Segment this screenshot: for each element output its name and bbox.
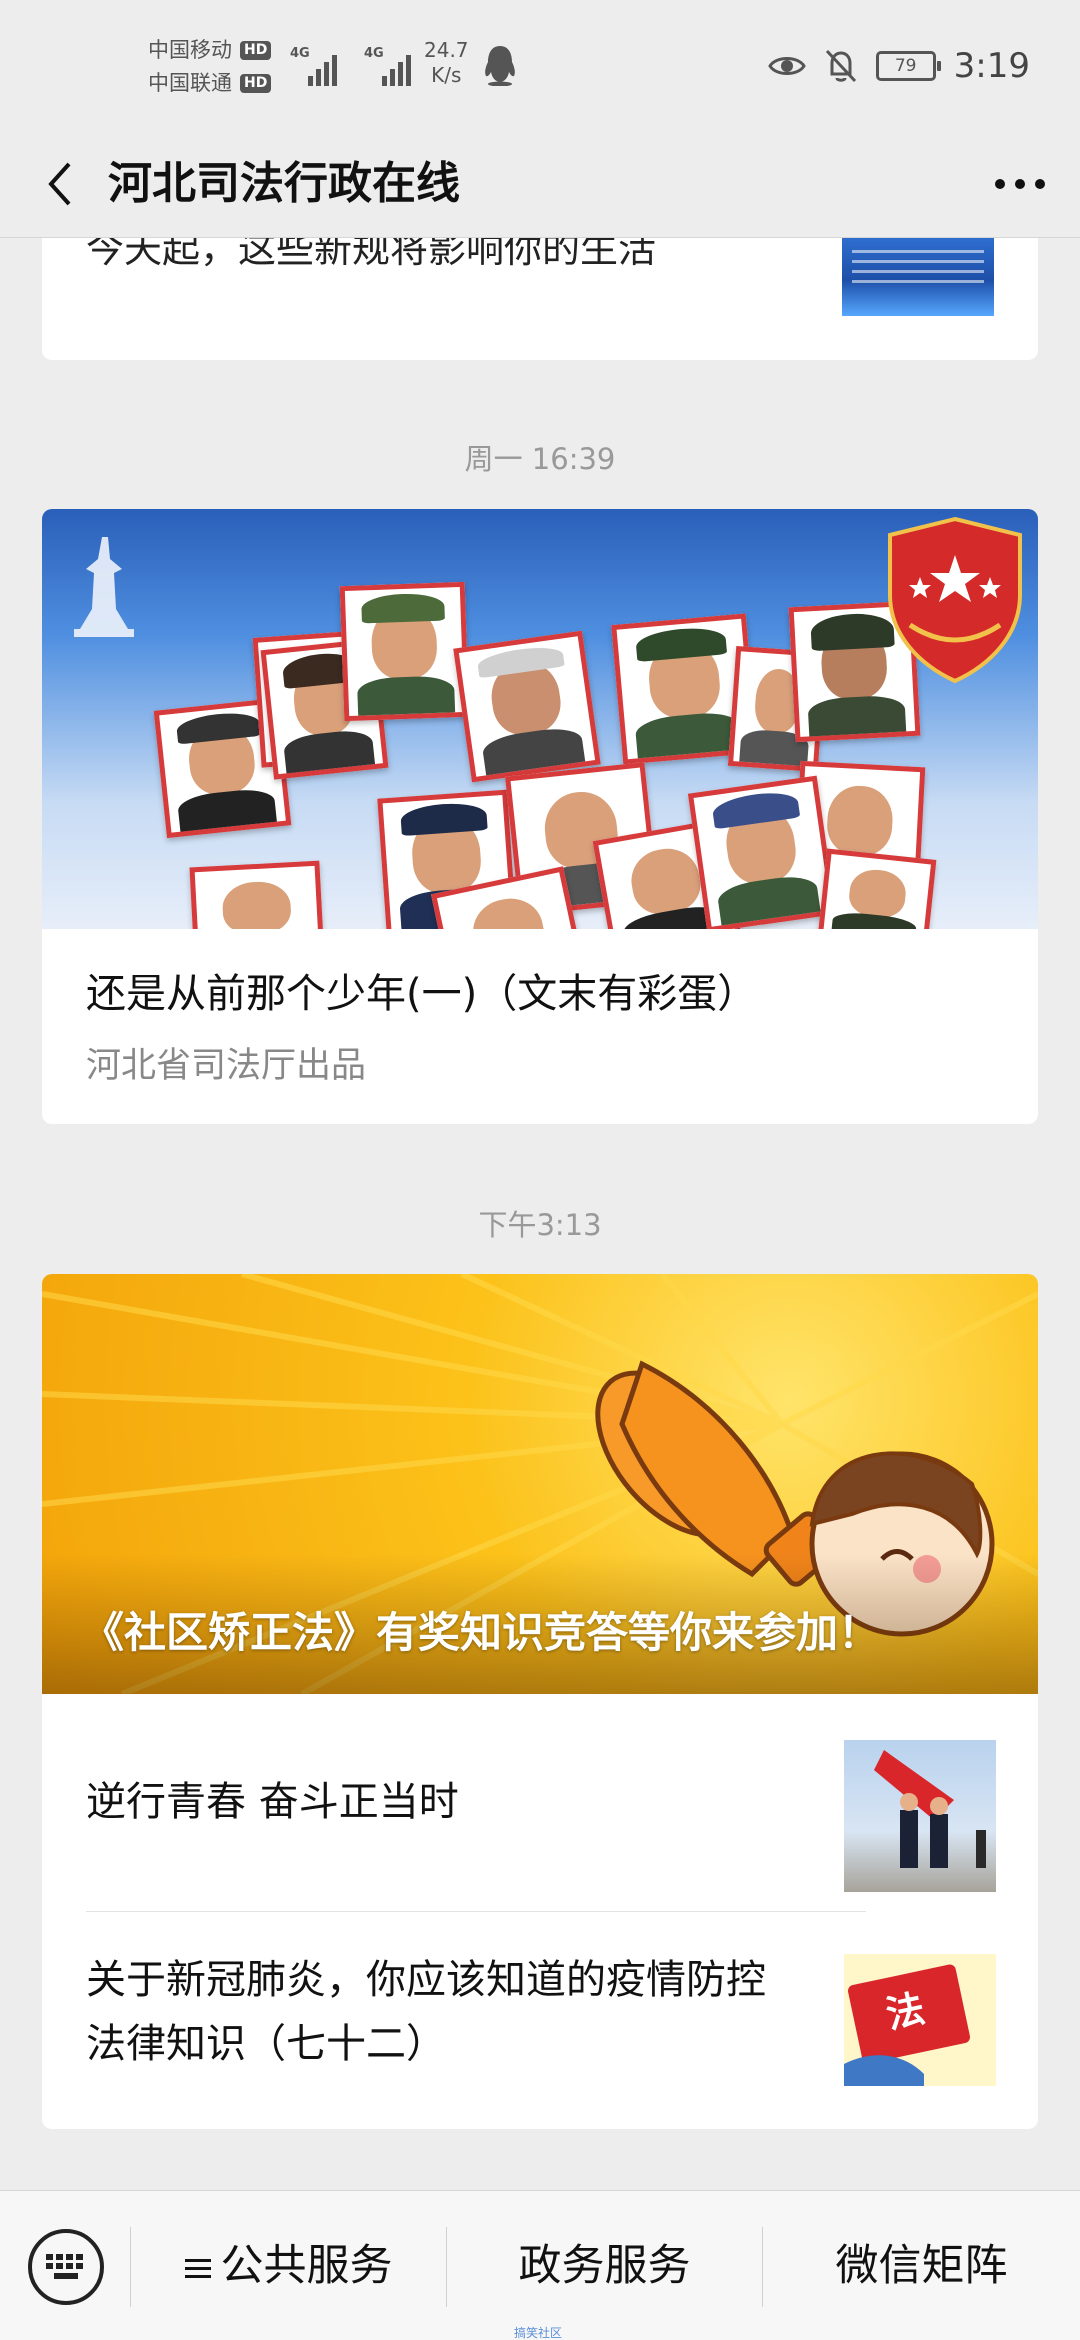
article-cover-image[interactable]: 《社区矫正法》有奖知识竞答等你来参加！: [42, 1274, 1038, 1694]
menu-wechat-matrix[interactable]: 微信矩阵: [763, 2191, 1080, 2340]
status-right-icons: 79 3:19: [767, 46, 1030, 86]
network-speed-value: 24.7: [424, 38, 469, 62]
article-title-line-2: 法律知识（七十二）: [86, 2021, 446, 2067]
cover-caption: 《社区矫正法》有奖知识竞答等你来参加！: [42, 1554, 1038, 1694]
more-dots-icon: [995, 179, 1045, 189]
status-time: 3:19: [953, 46, 1030, 86]
menu-public-services[interactable]: 公共服务: [131, 2191, 446, 2340]
status-bar: 中国移动 HD 中国联通 HD 4G 4G 24.7 K/s 79 3:19: [0, 0, 1080, 130]
hd-badge: HD: [240, 41, 272, 60]
menu-label: 公共服务: [220, 2241, 393, 2291]
portrait-photo: [687, 775, 837, 929]
menu-list-icon: [184, 2258, 211, 2278]
wechat-official-account-page: 中国移动 HD 中国联通 HD 4G 4G 24.7 K/s 79 3:19 今…: [0, 0, 1080, 2340]
network-speed: 24.7 K/s: [424, 38, 469, 88]
article-thumbnail: 法: [844, 1954, 996, 2086]
carrier-1: 中国移动: [148, 38, 232, 62]
message-timestamp: 下午3:13: [478, 1208, 602, 1242]
list-item[interactable]: 关于新冠肺炎，你应该知道的疫情防控 法律知识（七十二） 法: [42, 1912, 1038, 2129]
carrier-2: 中国联通: [148, 71, 232, 95]
portrait-photo: [339, 581, 470, 722]
list-item[interactable]: 逆行青春 奋斗正当时: [42, 1694, 1038, 1911]
law-book-image: 法: [844, 1964, 970, 2086]
battery-level: 79: [894, 56, 917, 76]
portrait-photo: [189, 860, 325, 929]
signal-indicators: 4G 4G: [290, 40, 424, 86]
tower-emblem-icon: [74, 537, 134, 637]
qq-icon: [485, 46, 515, 86]
chevron-left-icon: [48, 162, 71, 206]
network-speed-unit: K/s: [431, 63, 462, 87]
article-card[interactable]: 还是从前那个少年(一)（文末有彩蛋） 河北省司法厅出品: [42, 509, 1038, 1124]
article-thumbnail: [844, 1740, 996, 1892]
network-type-label: 4G: [290, 46, 310, 61]
article-title: 逆行青春 奋斗正当时: [86, 1779, 459, 1825]
more-button[interactable]: [982, 154, 1058, 214]
signal-strength-icon: 4G: [364, 40, 424, 86]
justice-emblem-icon: [888, 516, 1022, 684]
article-card-group: 《社区矫正法》有奖知识竞答等你来参加！ 逆行青春 奋斗正当时 关于新冠肺炎，你应…: [42, 1274, 1038, 2129]
keyboard-icon: [46, 2254, 83, 2279]
back-button[interactable]: [30, 154, 90, 214]
article-thumbnail: [842, 236, 994, 316]
keyboard-toggle-button[interactable]: [28, 2229, 104, 2305]
portrait-photo: [817, 848, 937, 929]
signal-strength-icon: 4G: [290, 40, 350, 86]
menu-government-services[interactable]: 政务服务: [447, 2191, 762, 2340]
menu-label: 微信矩阵: [835, 2241, 1008, 2291]
message-timestamp: 周一 16:39: [464, 442, 616, 476]
watermark-text: 搞笑社区: [514, 2326, 563, 2340]
carrier-info: 中国移动 HD 中国联通 HD: [148, 34, 272, 100]
battery-icon: 79: [875, 51, 941, 81]
article-subtitle: 河北省司法厅出品: [86, 1046, 367, 1086]
bottom-menu-bar: 公共服务 政务服务 微信矩阵: [0, 2190, 1080, 2340]
hd-badge: HD: [240, 74, 272, 93]
mute-bell-icon: [825, 49, 856, 83]
article-title: 还是从前那个少年(一)（文末有彩蛋）: [86, 971, 758, 1017]
network-type-label: 4G: [364, 46, 384, 61]
article-title-line-1: 关于新冠肺炎，你应该知道的疫情防控: [86, 1957, 766, 2003]
article-title: 《社区矫正法》有奖知识竞答等你来参加！: [82, 1608, 881, 1657]
flag-ceremony-image: [874, 1750, 986, 1868]
portrait-photo: [453, 630, 601, 783]
page-title: 河北司法行政在线: [108, 158, 460, 209]
menu-label: 政务服务: [518, 2241, 691, 2291]
eye-icon: [767, 57, 806, 75]
article-cover-image: [42, 509, 1038, 929]
top-nav-bar: 河北司法行政在线: [0, 130, 1080, 238]
